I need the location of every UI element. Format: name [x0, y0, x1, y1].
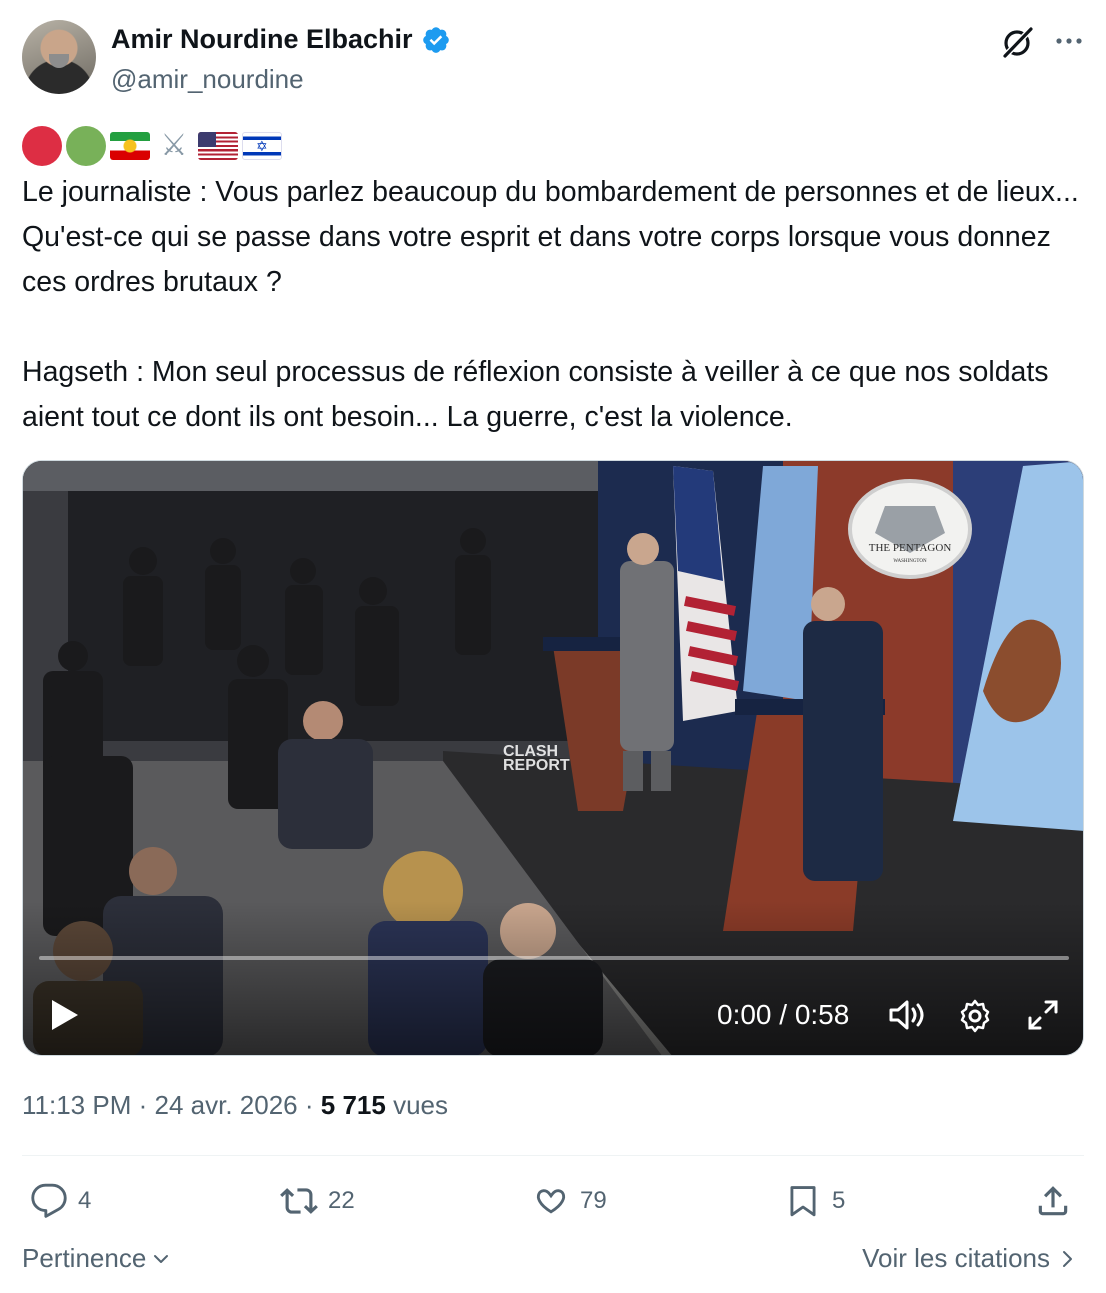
share-button[interactable]	[1034, 1178, 1072, 1224]
video-watermark: CLASH REPORT	[503, 744, 570, 774]
video-player[interactable]: THE PENTAGON WASHINGTON CLASH REPORT 0:0…	[22, 460, 1084, 1056]
chevron-right-icon	[1063, 1250, 1072, 1267]
video-progress-bar[interactable]	[39, 956, 1069, 960]
author-display-name[interactable]: Amir Nourdine Elbachir	[111, 24, 413, 55]
views-count: 5 715	[320, 1090, 386, 1120]
author-handle[interactable]: @amir_nourdine	[111, 64, 304, 95]
tweet-text: Le journaliste : Vous parlez beaucoup du…	[22, 170, 1092, 440]
tweet-date[interactable]: 24 avr. 2026	[155, 1090, 298, 1120]
views-label: vues	[393, 1090, 448, 1120]
share-icon	[1038, 1186, 1068, 1216]
view-quotes-link[interactable]: Voir les citations	[862, 1243, 1078, 1274]
repost-count: 22	[328, 1187, 355, 1214]
bookmark-button[interactable]: 5	[784, 1178, 845, 1224]
chevron-down-icon	[154, 1254, 169, 1263]
tweet-paragraph: Le journaliste : Vous parlez beaucoup du…	[22, 176, 1079, 298]
bookmark-icon	[790, 1186, 816, 1217]
tweet-header: Amir Nourdine Elbachir @amir_nourdine	[22, 20, 1084, 98]
pentagon-seal-subtext: WASHINGTON	[893, 559, 927, 564]
meta-separator: ·	[304, 1090, 314, 1120]
like-count: 79	[580, 1187, 607, 1214]
reply-button[interactable]: 4	[30, 1178, 91, 1224]
emoji-line: ⚔	[22, 126, 282, 166]
play-icon[interactable]	[47, 998, 81, 1032]
settings-gear-icon[interactable]	[957, 998, 993, 1034]
heart-icon	[536, 1189, 566, 1214]
watermark-line: REPORT	[503, 757, 570, 774]
tweet-meta: 11:13 PM · 24 avr. 2026 · 5 715 vues	[22, 1090, 448, 1121]
verified-badge-icon	[422, 26, 449, 53]
repost-button[interactable]: 22	[280, 1178, 355, 1224]
avatar[interactable]	[22, 20, 96, 94]
red-circle-icon	[22, 126, 62, 166]
sort-label: Pertinence	[22, 1243, 147, 1273]
israel-flag-icon	[242, 132, 282, 160]
grok-icon[interactable]	[1000, 24, 1036, 60]
reply-count: 4	[78, 1187, 92, 1214]
more-icon[interactable]	[1052, 28, 1086, 54]
fullscreen-icon[interactable]	[1027, 999, 1059, 1031]
usa-flag-icon	[198, 132, 238, 160]
tweet-time[interactable]: 11:13 PM	[22, 1090, 131, 1120]
reply-icon	[31, 1183, 67, 1218]
green-circle-icon	[66, 126, 106, 166]
meta-separator: ·	[138, 1090, 148, 1120]
like-button[interactable]: 79	[532, 1178, 607, 1224]
iran-flag-icon	[110, 132, 150, 160]
volume-muted-icon[interactable]	[888, 998, 926, 1032]
author-name-row: Amir Nourdine Elbachir	[111, 24, 451, 55]
pentagon-seal-text: THE PENTAGON	[869, 542, 952, 554]
view-quotes-label: Voir les citations	[862, 1243, 1050, 1273]
divider	[22, 1155, 1084, 1156]
crossed-swords-icon: ⚔	[160, 129, 188, 162]
tweet-actions: 4 22 79 5	[22, 1178, 1084, 1224]
video-time: 0:00 / 0:58	[717, 999, 850, 1030]
repost-icon	[280, 1188, 318, 1214]
tweet-paragraph: Hagseth : Mon seul processus de réflexio…	[22, 356, 1049, 433]
sort-dropdown[interactable]: Pertinence	[22, 1243, 172, 1274]
bookmark-count: 5	[832, 1187, 846, 1214]
